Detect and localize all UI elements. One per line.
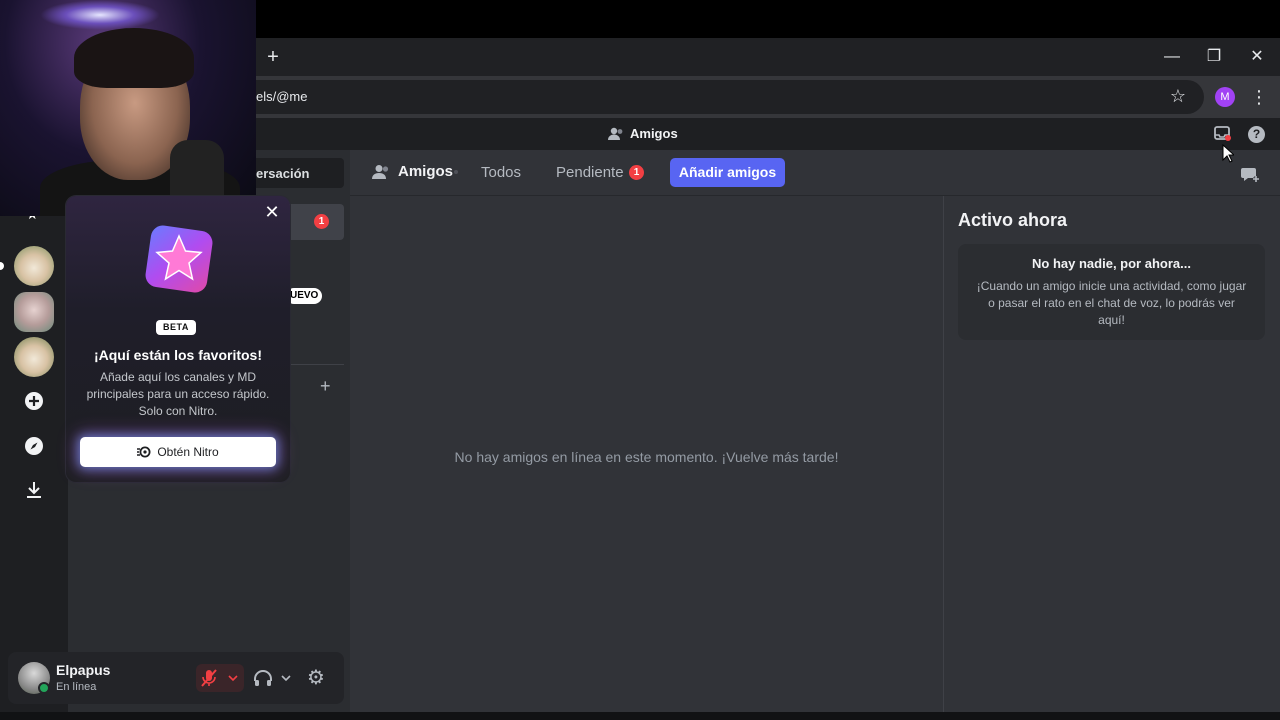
nitro-icon <box>137 446 151 458</box>
settings-gear-icon[interactable]: ⚙ <box>305 666 327 690</box>
add-server-icon[interactable] <box>22 389 46 413</box>
friends-icon <box>608 127 623 140</box>
address-bar[interactable] <box>256 80 1204 114</box>
webcam-overlay <box>0 0 256 216</box>
tab-pending[interactable]: Pendiente <box>556 164 624 181</box>
add-friends-button[interactable]: Añadir amigos <box>670 158 785 187</box>
header-friends-label: Amigos <box>398 163 454 180</box>
server-icon[interactable] <box>14 337 54 377</box>
get-nitro-label: Obtén Nitro <box>157 445 219 459</box>
create-dm-button[interactable]: + <box>320 376 331 397</box>
active-now-card-title: No hay nadie, por ahora... <box>1032 256 1191 271</box>
friends-nav-badge: 1 <box>314 214 329 229</box>
title-bar-label: Amigos <box>608 126 678 141</box>
browser-menu-icon[interactable]: ⋮ <box>1250 86 1268 108</box>
minimize-button[interactable]: — <box>1159 44 1185 70</box>
get-nitro-button[interactable]: Obtén Nitro <box>80 437 276 467</box>
new-group-dm-icon[interactable] <box>1240 164 1260 184</box>
headphones-button[interactable] <box>252 666 294 690</box>
webcam-light <box>40 0 160 30</box>
mouse-cursor-icon <box>1222 144 1234 163</box>
online-status-dot <box>38 682 50 694</box>
server-icon[interactable] <box>14 246 54 286</box>
header-friends-title: Amigos <box>372 163 453 180</box>
webcam-person-hair <box>74 28 194 88</box>
friends-main-panel <box>350 150 943 720</box>
download-icon[interactable] <box>22 478 46 502</box>
taskbar-strip <box>0 712 1280 720</box>
active-now-panel <box>943 150 1280 720</box>
close-window-button[interactable]: ✕ <box>1244 44 1270 70</box>
address-bar-url[interactable]: els/@me <box>256 89 308 104</box>
beta-badge: BETA <box>156 320 196 335</box>
popup-description: Añade aquí los canales y MD principales … <box>86 370 270 418</box>
inbox-icon[interactable] <box>1214 126 1232 142</box>
tab-all[interactable]: Todos <box>481 164 521 181</box>
mute-mic-button[interactable] <box>196 664 244 692</box>
browser-tab-bar <box>256 38 1280 76</box>
user-status-text: En línea <box>56 681 97 693</box>
find-conversation-label: ersación <box>256 166 310 181</box>
popup-title: ¡Aquí están los favoritos! <box>93 347 263 363</box>
empty-state-message: No hay amigos en línea en este momento. … <box>454 449 839 465</box>
new-badge: UEVO <box>286 288 323 304</box>
active-now-title: Activo ahora <box>958 210 1068 230</box>
new-tab-button[interactable]: + <box>262 46 284 68</box>
help-icon[interactable]: ? <box>1248 126 1265 143</box>
popup-close-icon[interactable]: ✕ <box>262 202 282 222</box>
user-name[interactable]: Elpapus <box>56 662 110 678</box>
profile-avatar[interactable]: M <box>1215 87 1235 107</box>
explore-compass-icon[interactable] <box>22 434 46 458</box>
restore-button[interactable]: ❐ <box>1201 44 1227 70</box>
nitro-star-icon <box>145 225 213 293</box>
title-bar-text: Amigos <box>630 126 678 141</box>
active-now-card-body: ¡Cuando un amigo inicie una actividad, c… <box>976 279 1247 327</box>
discord-title-bar <box>256 118 1280 150</box>
server-icon[interactable] <box>14 292 54 332</box>
friends-icon <box>372 164 389 179</box>
bookmark-star-icon[interactable]: ☆ <box>1168 86 1188 106</box>
pending-count-badge: 1 <box>629 165 644 180</box>
header-separator <box>454 170 458 174</box>
